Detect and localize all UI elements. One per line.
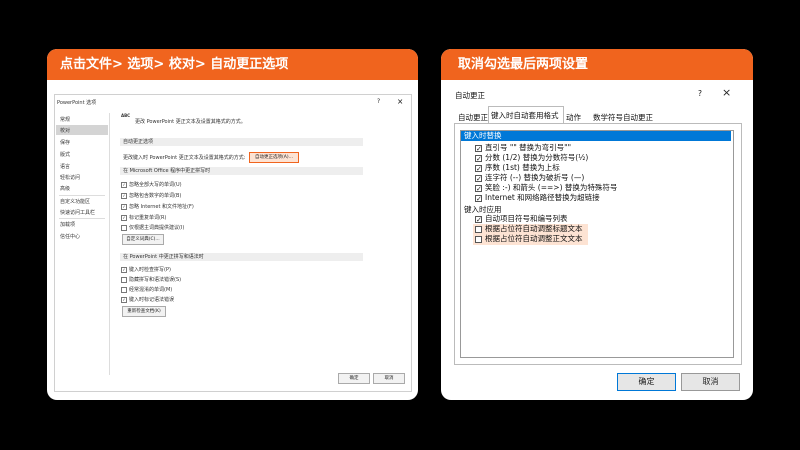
autocorrect-desc: 更改键入时 PowerPoint 更正文本及设置其格式的方式: <box>123 155 246 161</box>
office-option-label: 忽略全部大写的单词(U) <box>129 182 182 188</box>
replace-option-0[interactable]: ✓ 直引号 "" 替换为弯引号"" <box>475 143 571 153</box>
ppt-option-label: 键入时标记语法错误 <box>129 297 175 303</box>
checkbox[interactable]: ✓ <box>475 194 482 202</box>
close-button[interactable]: × <box>397 97 403 106</box>
ok-button-2[interactable]: 确定 <box>617 373 676 391</box>
checkbox[interactable]: ✓ <box>475 144 482 152</box>
replace-option-label: 连字符 (--) 替换为破折号 (—) <box>485 173 585 182</box>
office-option-1[interactable]: ✓ 忽略包含数字的单词(B) <box>121 192 181 199</box>
checkbox[interactable] <box>475 225 482 233</box>
autocorrect-options-button[interactable]: 自动更正选项(A)... <box>249 152 299 163</box>
office-option-label: 忽略包含数字的单词(B) <box>129 193 182 199</box>
ppt-option-label: 键入时检查拼写(P) <box>129 267 171 273</box>
ppt-option-0[interactable]: ✓ 键入时检查拼写(P) <box>121 266 171 273</box>
close-button-2[interactable]: × <box>722 86 731 99</box>
replace-option-1[interactable]: ✓ 分数 (1/2) 替换为分数符号(½) <box>475 153 588 163</box>
apply-option-2[interactable]: 根据占位符自动调整正文文本 <box>475 234 583 244</box>
nav-item-layout[interactable]: 版式 <box>60 151 70 158</box>
checkbox[interactable]: ✓ <box>121 296 127 303</box>
recheck-document-button[interactable]: 重新检查文档(K) <box>122 306 166 317</box>
replace-option-4[interactable]: ✓ 笑脸 :-) 和箭头 (==>) 替换为特殊符号 <box>475 183 617 193</box>
checkbox[interactable]: ✓ <box>475 174 482 182</box>
tab-actions[interactable]: 动作 <box>566 112 581 123</box>
custom-dictionaries-button[interactable]: 自定义词典(C)... <box>122 234 164 245</box>
replace-option-3[interactable]: ✓ 连字符 (--) 替换为破折号 (—) <box>475 173 584 183</box>
tab-autocorrect[interactable]: 自动更正 <box>458 112 488 123</box>
replace-option-2[interactable]: ✓ 序数 (1st) 替换为上标 <box>475 163 560 173</box>
checkbox[interactable]: ✓ <box>475 164 482 172</box>
checkbox[interactable] <box>121 276 127 283</box>
replace-option-label: Internet 和网络路径替换为超链接 <box>485 193 600 202</box>
apply-option-label: 自动项目符号和编号列表 <box>485 214 568 223</box>
checkbox[interactable]: ✓ <box>475 184 482 192</box>
nav-item-language[interactable]: 语言 <box>60 163 70 170</box>
cancel-button-2[interactable]: 取消 <box>681 373 740 391</box>
checkbox[interactable]: ✓ <box>121 266 127 273</box>
nav-item-advanced[interactable]: 高级 <box>60 185 70 192</box>
nav-divider-2 <box>59 218 105 219</box>
checkbox[interactable]: ✓ <box>121 192 127 199</box>
help-button[interactable]: ? <box>377 98 380 105</box>
apply-option-1[interactable]: 根据占位符自动调整标题文本 <box>475 224 583 234</box>
office-option-0[interactable]: ✓ 忽略全部大写的单词(U) <box>121 181 182 188</box>
office-option-label: 标记重复单词(R) <box>129 215 167 221</box>
checkbox[interactable]: ✓ <box>121 214 127 221</box>
ppt-option-2[interactable]: 经常混淆的单词(M) <box>121 286 172 293</box>
abc-icon: ABC <box>121 113 132 124</box>
apply-option-label: 根据占位符自动调整标题文本 <box>485 224 583 233</box>
ppt-option-label: 隐藏拼写和语法错误(S) <box>129 277 182 283</box>
ppt-option-3[interactable]: ✓ 键入时标记语法错误 <box>121 296 174 303</box>
autocorrect-dialog-title: 自动更正 <box>455 91 485 100</box>
replace-option-label: 直引号 "" 替换为弯引号"" <box>485 143 572 152</box>
tab-autoformat-label: 键入时自动套用格式 <box>491 111 559 120</box>
ppt-option-1[interactable]: 隐藏拼写和语法错误(S) <box>121 276 181 283</box>
apply-option-label: 根据占位符自动调整正文文本 <box>485 234 583 243</box>
office-option-3[interactable]: ✓ 标记重复单词(R) <box>121 214 166 221</box>
checkbox[interactable]: ✓ <box>475 215 482 223</box>
right-banner: 取消勾选最后两项设置 <box>441 49 753 80</box>
help-button-2[interactable]: ? <box>698 89 702 98</box>
options-nav: 常规 校对 保存 版式 语言 轻松访问 高级 自定义功能区 快速访问工具栏 加载… <box>56 113 110 375</box>
tab-math-autocorrect[interactable]: 数学符号自动更正 <box>593 112 653 123</box>
checkbox[interactable] <box>121 224 127 231</box>
nav-item-trust-center[interactable]: 信任中心 <box>60 233 80 240</box>
checkbox[interactable]: ✓ <box>121 181 127 188</box>
office-option-2[interactable]: ✓ 忽略 Internet 和文件地址(F) <box>121 203 194 210</box>
checkbox[interactable]: ✓ <box>121 203 127 210</box>
nav-divider <box>59 195 105 196</box>
replace-option-label: 笑脸 :-) 和箭头 (==>) 替换为特殊符号 <box>485 183 618 192</box>
section-office-spelling: 在 Microsoft Office 程序中更正拼写时 <box>120 167 363 175</box>
header-text: 更改 PowerPoint 更正文本及设置其格式的方式。 <box>135 119 246 125</box>
nav-item-ribbon[interactable]: 自定义功能区 <box>60 198 90 205</box>
cancel-button[interactable]: 取消 <box>373 373 405 384</box>
replace-option-label: 序数 (1st) 替换为上标 <box>485 163 560 172</box>
replace-option-5[interactable]: ✓ Internet 和网络路径替换为超链接 <box>475 193 600 203</box>
group-replace-label: 键入时替换 <box>464 131 502 140</box>
office-option-label: 忽略 Internet 和文件地址(F) <box>129 204 194 210</box>
office-option-label: 仅根据主词典提供建议(I) <box>129 225 185 231</box>
section-autocorrect: 自动更正选项 <box>120 138 363 146</box>
section-ppt-spelling: 在 PowerPoint 中更正拼写和语法时 <box>120 253 363 261</box>
nav-item-addins[interactable]: 加载项 <box>60 221 75 228</box>
nav-item-quick-access[interactable]: 快速访问工具栏 <box>60 209 95 216</box>
nav-item-save[interactable]: 保存 <box>60 139 70 146</box>
office-option-4[interactable]: 仅根据主词典提供建议(I) <box>121 224 184 231</box>
options-dialog-title: PowerPoint 选项 <box>57 100 97 106</box>
left-banner: 点击文件> 选项> 校对> 自动更正选项 <box>47 49 418 80</box>
checkbox[interactable] <box>121 286 127 293</box>
ppt-option-label: 经常混淆的单词(M) <box>129 287 173 293</box>
checkbox[interactable] <box>475 235 482 243</box>
abc-icon-label: ABC <box>121 113 131 118</box>
nav-item-general[interactable]: 常规 <box>60 116 70 123</box>
ok-button[interactable]: 确定 <box>338 373 370 384</box>
apply-option-0[interactable]: ✓ 自动项目符号和编号列表 <box>475 214 568 224</box>
nav-item-accessibility[interactable]: 轻松访问 <box>60 174 80 181</box>
replace-option-label: 分数 (1/2) 替换为分数符号(½) <box>485 153 589 162</box>
nav-item-proofing[interactable]: 校对 <box>60 127 70 134</box>
checkbox[interactable]: ✓ <box>475 154 482 162</box>
